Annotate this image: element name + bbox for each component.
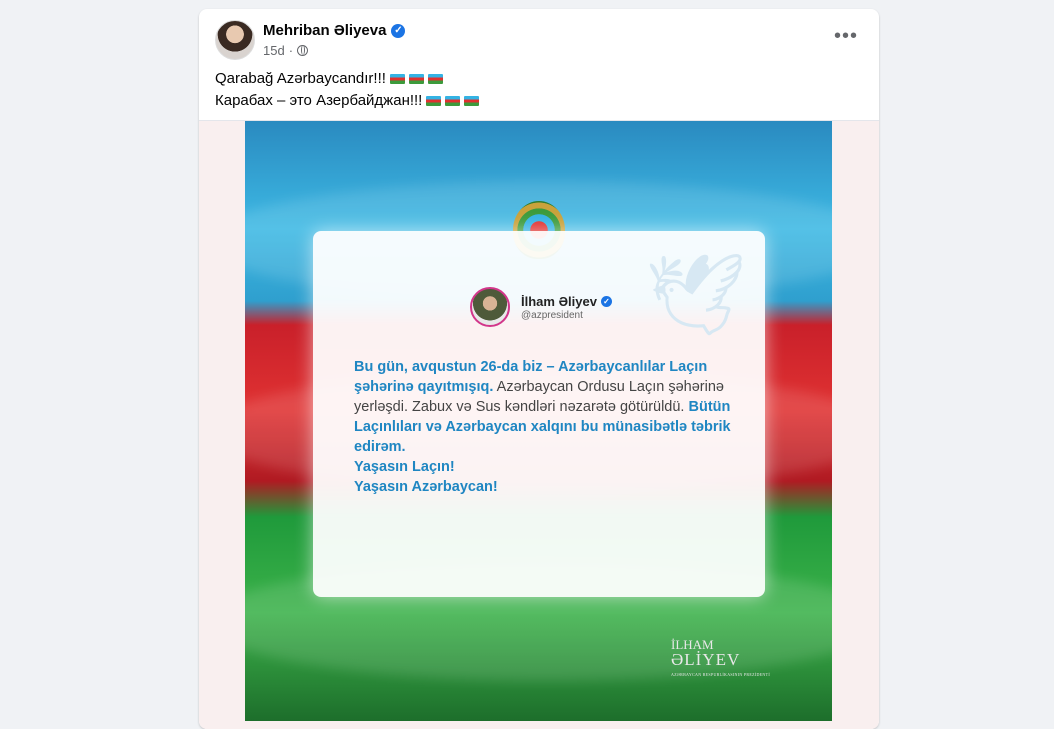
author-avatar[interactable] (215, 20, 255, 60)
tweet-author-row: İlham Əliyev ✓ (521, 294, 612, 309)
tweet-author-avatar (470, 287, 510, 327)
azerbaijan-flag-icon (464, 95, 480, 106)
tweet-handle: @azpresident (521, 310, 583, 321)
tweet-text-highlight-3: Yaşasın Laçın! (354, 459, 455, 475)
post-time[interactable]: 15d (263, 43, 285, 58)
tweet-author: İlham Əliyev (521, 294, 597, 309)
signature-logo: İLHAM ƏLİYEV AZƏRBAYCAN RESPUBLİKASININ … (671, 637, 770, 677)
post-photo[interactable]: 🕊 İlham Əliyev ✓ @azpresident Bu gün, av… (245, 121, 832, 721)
globe-icon (297, 45, 309, 56)
twitter-bird-icon: 🕊 (645, 250, 747, 339)
verified-badge-icon: ✓ (391, 23, 406, 38)
post-media: 🕊 İlham Əliyev ✓ @azpresident Bu gün, av… (199, 120, 879, 729)
tweet-text-highlight-4: Yaşasın Azərbaycan! (354, 479, 498, 495)
verified-badge-icon: ✓ (600, 296, 612, 307)
more-options-icon[interactable]: ••• (833, 26, 859, 53)
azerbaijan-flag-icon (408, 73, 424, 84)
author-name-row: Mehriban Əliyeva ✓ (263, 22, 406, 39)
post-text-1: Qarabağ Azərbaycandır!!! (215, 70, 386, 87)
azerbaijan-flag-icon (427, 73, 443, 84)
post-text-line-2: Карабах – это Азербайджан!!! (215, 92, 480, 109)
tweet-card: 🕊 İlham Əliyev ✓ @azpresident Bu gün, av… (313, 231, 765, 597)
azerbaijan-flag-icon (389, 73, 405, 84)
post-meta: 15d · (263, 43, 309, 58)
azerbaijan-flag-icon (445, 95, 461, 106)
facebook-post: Mehriban Əliyeva ✓ 15d · ••• Qarabağ Azə… (199, 9, 879, 729)
azerbaijan-flag-icon (426, 95, 442, 106)
author-name[interactable]: Mehriban Əliyeva (263, 22, 386, 39)
tweet-text: Bu gün, avqustun 26-da biz – Azərbaycanl… (354, 357, 734, 497)
post-text-line-1: Qarabağ Azərbaycandır!!! (215, 70, 443, 87)
post-text-2: Карабах – это Азербайджан!!! (215, 92, 423, 109)
